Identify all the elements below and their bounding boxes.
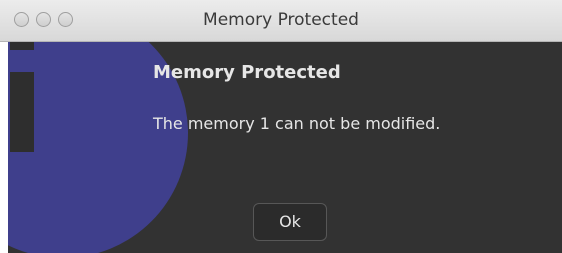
- dialog-content: Memory Protected The memory 1 can not be…: [8, 42, 562, 253]
- title-bar: Memory Protected: [0, 0, 562, 42]
- dialog-heading: Memory Protected: [153, 62, 341, 83]
- info-icon-dot: [10, 42, 34, 50]
- dialog-message: The memory 1 can not be modified.: [153, 114, 441, 133]
- info-icon-stem: [10, 72, 34, 152]
- dialog-window: Memory Protected Memory Protected The me…: [0, 0, 562, 253]
- window-title: Memory Protected: [203, 10, 359, 30]
- ok-button[interactable]: Ok: [253, 203, 327, 241]
